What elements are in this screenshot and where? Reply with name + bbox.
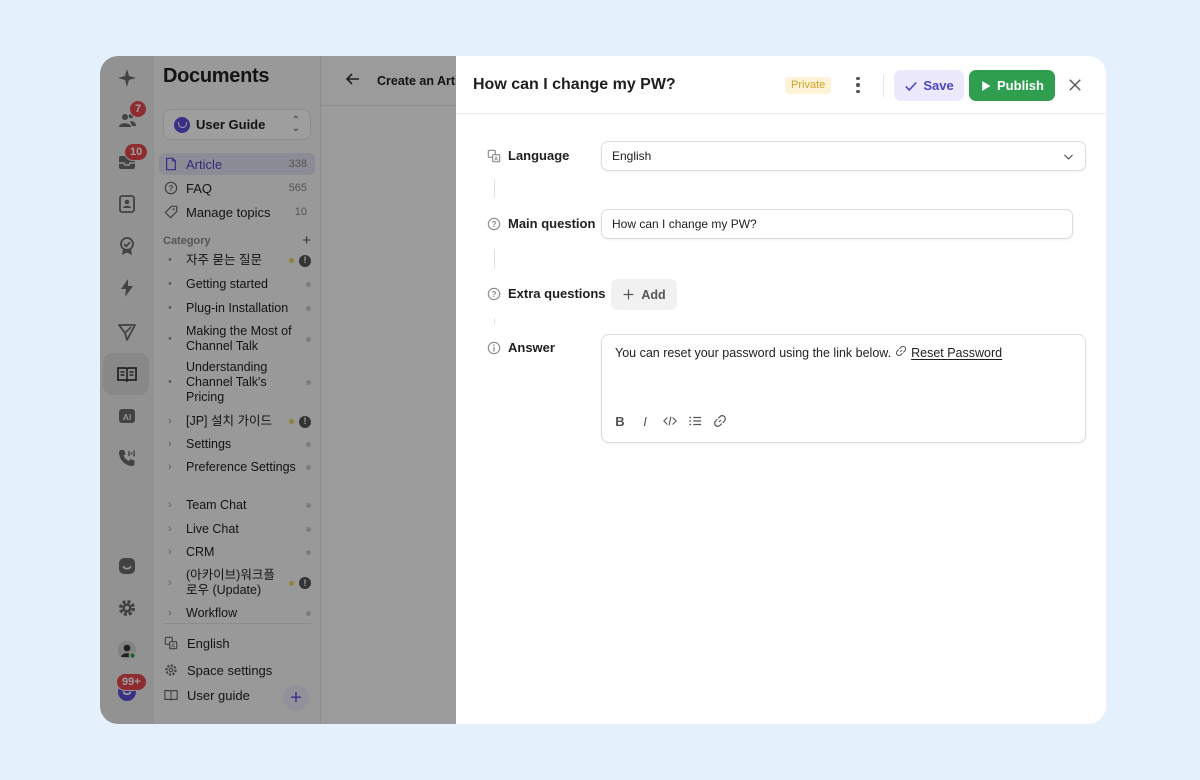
field-connector	[494, 318, 495, 324]
header-divider	[883, 75, 884, 97]
field-connector	[494, 249, 495, 269]
reset-password-link[interactable]: Reset Password	[911, 346, 1002, 360]
svg-text:A: A	[494, 156, 498, 162]
question-circle-icon: ?	[487, 287, 501, 301]
field-connector	[494, 179, 495, 198]
chevron-down-icon	[1062, 150, 1075, 163]
publish-button[interactable]: Publish	[969, 70, 1055, 101]
translate-icon: A	[487, 149, 501, 163]
add-label: Add	[641, 287, 666, 302]
more-options-icon[interactable]	[848, 73, 868, 97]
article-panel: How can I change my PW? Private Save Pub…	[456, 56, 1106, 724]
publish-label: Publish	[997, 78, 1044, 93]
panel-header: How can I change my PW? Private Save Pub…	[456, 56, 1106, 114]
main-question-input[interactable]	[601, 209, 1073, 239]
svg-text:?: ?	[492, 290, 497, 299]
answer-label: Answer	[487, 340, 555, 355]
svg-text:?: ?	[492, 220, 497, 229]
save-label: Save	[923, 78, 954, 93]
answer-text: You can reset your password using the li…	[615, 345, 892, 360]
language-select-value: English	[612, 149, 652, 163]
question-circle-icon: ?	[487, 217, 501, 231]
insert-link-icon[interactable]	[712, 413, 728, 429]
italic-icon[interactable]: I	[637, 413, 653, 429]
link-icon	[895, 345, 907, 360]
play-icon	[982, 80, 991, 91]
answer-editor[interactable]: You can reset your password using the li…	[601, 334, 1086, 443]
close-icon[interactable]	[1064, 74, 1086, 96]
check-icon	[905, 81, 918, 91]
main-question-label: ? Main question	[487, 216, 595, 231]
language-field-label: A Language	[487, 148, 569, 163]
private-badge: Private	[785, 77, 832, 94]
plus-icon	[623, 289, 634, 300]
editor-toolbar: B I	[612, 413, 728, 429]
answer-content[interactable]: You can reset your password using the li…	[615, 345, 1002, 360]
bullet-list-icon[interactable]	[687, 413, 703, 429]
modal-overlay[interactable]	[100, 56, 456, 724]
app-window: 7 10 AI 99+ Documents User Guide ⌃ ⌄ Art…	[100, 56, 1106, 724]
extra-questions-label: ? Extra questions	[487, 286, 606, 301]
info-icon	[487, 341, 501, 355]
panel-title: How can I change my PW?	[473, 76, 676, 93]
code-icon[interactable]	[662, 413, 678, 429]
save-button[interactable]: Save	[894, 70, 964, 101]
language-select[interactable]: English	[601, 141, 1086, 171]
bold-icon[interactable]: B	[612, 413, 628, 429]
add-extra-question-button[interactable]: Add	[611, 279, 677, 310]
